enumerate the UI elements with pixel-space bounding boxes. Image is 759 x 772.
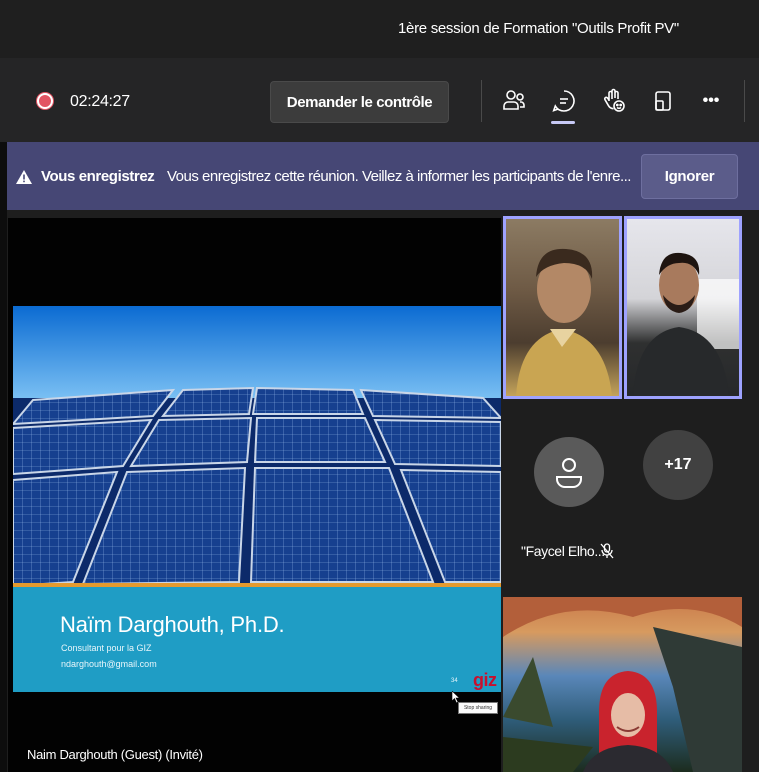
participant-name: "Faycel Elho...	[521, 543, 605, 559]
slide-tooltip: Stop sharing	[458, 702, 498, 714]
participant-video-tile[interactable]	[624, 216, 742, 399]
share-icon[interactable]	[647, 85, 679, 117]
participants-icon[interactable]	[498, 85, 530, 117]
ignore-button[interactable]: Ignorer	[641, 154, 738, 199]
toolbar-divider	[744, 80, 745, 122]
recording-banner: Vous enregistrez Vous enregistrez cette …	[7, 142, 759, 210]
giz-logo: giz	[473, 670, 497, 690]
participant-avatar[interactable]	[534, 437, 604, 507]
more-options-icon[interactable]: •••	[695, 85, 727, 117]
participant-video-tile[interactable]	[503, 597, 742, 772]
recording-indicator-icon	[37, 93, 53, 109]
slide-presenter-role: Consultant pour la GIZ	[61, 643, 152, 653]
participant-video-tile[interactable]	[503, 216, 622, 399]
slide-solar-panel-image	[13, 306, 501, 586]
mic-off-icon	[600, 543, 614, 564]
meeting-timer: 02:24:27	[70, 93, 130, 110]
chat-icon[interactable]	[548, 85, 580, 117]
slide-presenter-name: Naïm Darghouth, Ph.D.	[60, 612, 285, 637]
main-tile-participant-name: Naim Darghouth (Guest) (Invité)	[27, 747, 203, 762]
banner-title: Vous enregistrez	[41, 168, 155, 185]
request-control-button[interactable]: Demander le contrôle	[270, 81, 449, 123]
slide-title-band	[13, 587, 501, 692]
reactions-icon[interactable]	[598, 85, 630, 117]
warning-icon	[15, 169, 33, 190]
more-participants-button[interactable]: +17	[643, 430, 713, 500]
slide-presenter-email: ndarghouth@gmail.com	[61, 659, 157, 669]
title-bar: 1ère session de Formation "Outils Profit…	[0, 0, 759, 58]
slide-page-number: 34	[451, 678, 458, 684]
meeting-toolbar: 02:24:27 Demander le contrôle •••	[0, 58, 759, 142]
chat-active-indicator	[551, 121, 575, 124]
meeting-title: 1ère session de Formation "Outils Profit…	[398, 20, 679, 37]
banner-message: Vous enregistrez cette réunion. Veillez …	[167, 168, 631, 185]
toolbar-divider	[481, 80, 482, 122]
